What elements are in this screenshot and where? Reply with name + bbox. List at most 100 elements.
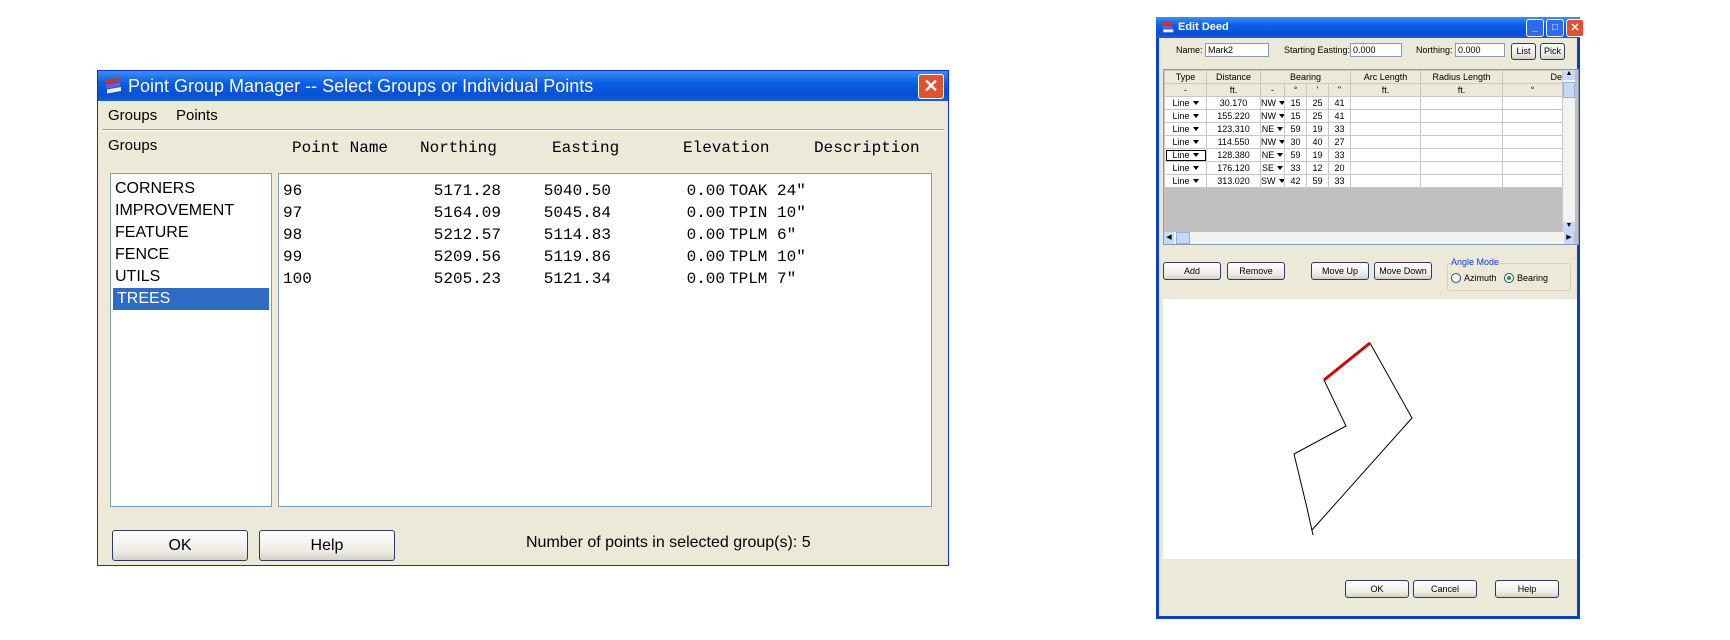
radius-length-cell[interactable] [1420,148,1504,162]
scroll-thumb[interactable] [1563,82,1575,98]
type-dropdown[interactable]: Line [1164,96,1207,110]
de-cell[interactable] [1502,148,1564,162]
segments-grid[interactable]: Type Distance Bearing Arc Length Radius … [1163,69,1579,245]
title-bar[interactable]: Point Group Manager -- Select Groups or … [98,71,948,101]
quadrant-dropdown[interactable]: NE [1260,122,1285,136]
group-item-fence[interactable]: FENCE [111,244,271,266]
arc-length-cell[interactable] [1350,174,1422,188]
name-field[interactable]: Mark2 [1205,43,1269,57]
scroll-right-arrow[interactable]: ▶ [1564,232,1574,244]
type-dropdown[interactable]: Line [1164,109,1207,123]
arc-length-cell[interactable] [1350,109,1422,123]
deed-segment-row[interactable]: Line 128.380 NE 59 19 33 [1164,148,1564,162]
de-cell[interactable] [1502,96,1564,110]
quadrant-dropdown[interactable]: NE [1260,148,1285,162]
azimuth-radio[interactable] [1451,273,1461,283]
radius-length-cell[interactable] [1420,109,1504,123]
azimuth-label[interactable]: Azimuth [1464,273,1497,283]
bearing-label[interactable]: Bearing [1517,273,1548,283]
radius-length-cell[interactable] [1420,96,1504,110]
deed-segment-row[interactable]: Line 123.310 NE 59 19 33 [1164,122,1564,136]
quadrant-dropdown[interactable]: SE [1260,161,1285,175]
list-button[interactable]: List [1511,43,1536,60]
menu-points[interactable]: Points [176,107,218,124]
de-cell[interactable] [1502,161,1564,175]
move-down-button[interactable]: Move Down [1374,262,1432,280]
close-button[interactable]: ✕ [918,74,944,99]
chevron-down-icon[interactable] [1192,179,1199,184]
de-cell[interactable] [1502,135,1564,149]
type-dropdown[interactable]: Line [1164,148,1207,162]
starting-easting-field[interactable]: 0.000 [1350,43,1402,57]
chevron-down-icon[interactable] [1277,127,1284,132]
arc-length-cell[interactable] [1350,96,1422,110]
deed-cancel-button[interactable]: Cancel [1413,580,1477,598]
bearing-radio[interactable] [1504,273,1514,283]
point-row[interactable]: 99 5209.56 5119.86 0.00 TPLM 10" [279,246,931,268]
groups-list[interactable]: CORNERS IMPROVEMENT FEATURE FENCE UTILS … [110,173,272,507]
quadrant-dropdown[interactable]: NW [1260,96,1285,110]
point-row[interactable]: 98 5212.57 5114.83 0.00 TPLM 6" [279,224,931,246]
de-cell[interactable] [1502,174,1564,188]
chevron-down-icon[interactable] [1192,114,1199,119]
horizontal-scrollbar[interactable]: ◀ ▶ [1164,232,1574,244]
chevron-down-icon[interactable] [1279,101,1284,106]
arc-length-cell[interactable] [1350,161,1422,175]
deed-close-button[interactable]: ✕ [1566,19,1584,37]
scroll-down-arrow[interactable]: ▼ [1563,222,1575,232]
radius-length-cell[interactable] [1420,135,1504,149]
deed-segment-row[interactable]: Line 114.550 NW 30 40 27 [1164,135,1564,149]
deed-title-bar[interactable]: Edit Deed _ □ ✕ [1156,17,1584,38]
scroll-up-arrow[interactable]: ▲ [1563,70,1575,80]
deed-ok-button[interactable]: OK [1345,580,1409,598]
deed-help-button[interactable]: Help [1495,580,1559,598]
deed-segment-row[interactable]: Line 155.220 NW 15 25 41 [1164,109,1564,123]
scroll-left-arrow[interactable]: ◀ [1164,232,1174,244]
arc-length-cell[interactable] [1350,122,1422,136]
chevron-down-icon[interactable] [1192,153,1199,158]
quadrant-dropdown[interactable]: SW [1260,174,1285,188]
chevron-down-icon[interactable] [1277,153,1284,158]
deed-segment-row[interactable]: Line 30.170 NW 15 25 41 [1164,96,1564,110]
point-row[interactable]: 97 5164.09 5045.84 0.00 TPIN 10" [279,202,931,224]
chevron-down-icon[interactable] [1192,140,1199,145]
group-item-corners[interactable]: CORNERS [111,178,271,200]
type-dropdown[interactable]: Line [1164,122,1207,136]
type-dropdown[interactable]: Line [1164,161,1207,175]
help-button[interactable]: Help [259,530,395,561]
minimize-button[interactable]: _ [1526,19,1544,37]
chevron-down-icon[interactable] [1192,166,1199,171]
group-item-improvement[interactable]: IMPROVEMENT [111,200,271,222]
scroll-h-thumb[interactable] [1176,232,1190,244]
group-item-feature[interactable]: FEATURE [111,222,271,244]
de-cell[interactable] [1502,109,1564,123]
remove-button[interactable]: Remove [1227,262,1285,280]
group-item-utils[interactable]: UTILS [111,266,271,288]
chevron-down-icon[interactable] [1192,127,1199,132]
chevron-down-icon[interactable] [1278,179,1284,184]
group-item-trees[interactable]: TREES [113,288,269,310]
arc-length-cell[interactable] [1350,148,1422,162]
radius-length-cell[interactable] [1420,174,1504,188]
point-row[interactable]: 100 5205.23 5121.34 0.00 TPLM 7" [279,268,931,290]
type-dropdown[interactable]: Line [1164,174,1207,188]
vertical-scrollbar[interactable]: ▲ ▼ [1562,70,1575,232]
radius-length-cell[interactable] [1420,161,1504,175]
northing-field[interactable]: 0.000 [1455,43,1505,57]
arc-length-cell[interactable] [1350,135,1422,149]
chevron-down-icon[interactable] [1279,140,1284,145]
chevron-down-icon[interactable] [1277,166,1283,171]
deed-segment-row[interactable]: Line 176.120 SE 33 12 20 [1164,161,1564,175]
point-row[interactable]: 96 5171.28 5040.50 0.00 TOAK 24" [279,180,931,202]
ok-button[interactable]: OK [112,530,248,561]
points-list[interactable]: 96 5171.28 5040.50 0.00 TOAK 24" 97 5164.09 504… [278,173,932,507]
deed-segment-row[interactable]: Line 313.020 SW 42 59 33 [1164,174,1564,188]
move-up-button[interactable]: Move Up [1311,262,1369,280]
quadrant-dropdown[interactable]: NW [1260,109,1285,123]
chevron-down-icon[interactable] [1279,114,1284,119]
radius-length-cell[interactable] [1420,122,1504,136]
quadrant-dropdown[interactable]: NW [1260,135,1285,149]
type-dropdown[interactable]: Line [1164,135,1207,149]
chevron-down-icon[interactable] [1192,101,1199,106]
menu-groups[interactable]: Groups [108,107,157,124]
